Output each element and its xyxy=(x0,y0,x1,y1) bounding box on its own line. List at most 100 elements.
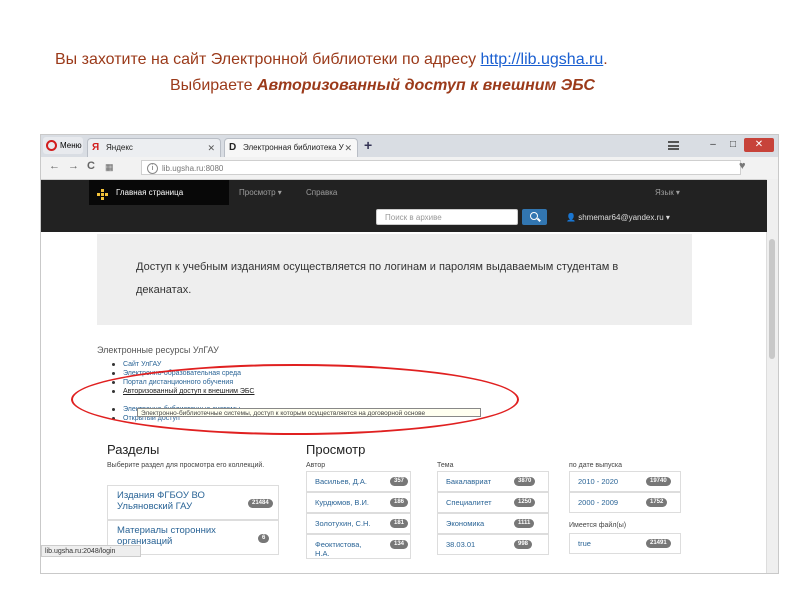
caption-line-1: Вы захотите на сайт Электронной библиоте… xyxy=(55,48,608,72)
facet-count-badge: 357 xyxy=(390,477,409,486)
yandex-favicon-icon: Я xyxy=(92,142,100,153)
facet-count-badge: 21491 xyxy=(646,539,671,548)
bookmark-heart-icon[interactable]: ♥ xyxy=(739,160,746,172)
archive-search-input[interactable]: Поиск в архиве xyxy=(376,209,518,225)
browser-screenshot: Меню Я Яндекс ✕ D Электронная библиотека У ✕… xyxy=(40,134,779,574)
search-button[interactable] xyxy=(522,209,547,225)
browse-title: Просмотр xyxy=(306,442,366,457)
tab-menu-icon[interactable] xyxy=(668,141,679,150)
user-icon: 👤 xyxy=(566,213,576,222)
facet-count-badge: 19740 xyxy=(646,477,671,486)
maximize-icon[interactable]: □ xyxy=(724,138,742,152)
site-navbar: Главная страница Просмотр ▾ Справка Язык… xyxy=(41,180,767,232)
author-facet[interactable]: Феоктистова, Н.А. 134 xyxy=(306,534,411,559)
section-item[interactable]: Издания ФГБОУ ВО Ульяновский ГАУ 21484 xyxy=(107,485,279,520)
tab-close-icon[interactable]: ✕ xyxy=(344,139,352,157)
files-header: Имеется файл(ы) xyxy=(569,522,627,529)
dspace-favicon-icon: D xyxy=(229,142,237,153)
tab-bar: Меню Я Яндекс ✕ D Электронная библиотека У ✕… xyxy=(41,135,778,157)
facet-label: Феоктистова, Н.А. xyxy=(315,540,362,558)
facet-count-badge: 181 xyxy=(390,519,409,528)
red-highlight-ellipse xyxy=(71,364,519,435)
nav-browse-label: Просмотр xyxy=(239,188,276,197)
facet-label: 2010 - 2020 xyxy=(578,477,619,486)
topic-facet[interactable]: Экономика 1111 xyxy=(437,513,549,534)
date-facet[interactable]: 2010 - 2020 19740 xyxy=(569,471,681,492)
facet-label: Экономика xyxy=(446,519,485,528)
facet-count-badge: 998 xyxy=(514,540,533,549)
library-url-link[interactable]: http://lib.ugsha.ru xyxy=(481,51,604,68)
user-menu[interactable]: 👤 shmemar64@yandex.ru ▾ xyxy=(566,213,670,222)
facet-count-badge: 1250 xyxy=(514,498,536,507)
facet-count-badge: 1752 xyxy=(646,498,668,507)
tab-close-icon[interactable]: ✕ xyxy=(207,139,215,157)
new-tab-icon[interactable]: + xyxy=(364,137,372,153)
date-facet[interactable]: 2000 - 2009 1752 xyxy=(569,492,681,513)
date-header: по дате выпуска xyxy=(569,462,622,469)
speed-dial-icon[interactable]: ▦ xyxy=(105,162,114,173)
facet-count-badge: 134 xyxy=(390,540,409,549)
back-icon[interactable]: ← xyxy=(49,160,60,172)
facet-label: true xyxy=(578,539,591,548)
facet-label: 38.03.01 xyxy=(446,540,476,549)
notice-jumbotron: Доступ к учебным изданиям осуществляется… xyxy=(97,234,692,325)
nav-help-link[interactable]: Справка xyxy=(306,188,337,197)
topic-facet[interactable]: Бакалавриат 3870 xyxy=(437,471,549,492)
reload-icon[interactable]: C xyxy=(87,160,95,172)
tab-title: Яндекс xyxy=(106,143,133,152)
caption-line-2: Выбираете Авторизованный доступ к внешни… xyxy=(170,74,595,98)
facet-count-badge: 3870 xyxy=(514,477,536,486)
caption-text: Вы захотите на сайт Электронной библиоте… xyxy=(55,51,481,68)
section-name: Материалы сторонних организаций xyxy=(117,525,216,547)
site-info-icon[interactable]: i xyxy=(147,163,158,174)
topic-header: Тема xyxy=(437,462,454,469)
sections-hint: Выберите раздел для просмотра его коллек… xyxy=(107,462,265,469)
facet-label: Васильев, Д.А. xyxy=(315,477,367,486)
facet-label: Золотухин, С.Н. xyxy=(315,519,371,528)
forward-icon[interactable]: → xyxy=(68,160,79,172)
user-email: shmemar64@yandex.ru xyxy=(578,213,664,222)
status-url: lib.ugsha.ru:2048/login xyxy=(41,545,141,557)
dspace-logo-icon[interactable] xyxy=(97,189,109,201)
url-field[interactable]: i lib.ugsha.ru:8080 xyxy=(141,160,741,175)
facet-count-badge: 1111 xyxy=(514,519,535,528)
opera-menu-button[interactable]: Меню xyxy=(43,137,83,154)
nav-browse-dropdown[interactable]: Просмотр ▾ xyxy=(239,188,282,197)
section-name: Издания ФГБОУ ВО Ульяновский ГАУ xyxy=(117,490,205,512)
tab-title: Электронная библиотека У xyxy=(243,143,344,152)
address-bar: ← → C ▦ i lib.ugsha.ru:8080 ♥ xyxy=(41,157,778,180)
caption-emphasis: Авторизованный доступ к внешним ЭБС xyxy=(256,77,595,94)
files-facet[interactable]: true 21491 xyxy=(569,533,681,554)
tab-library[interactable]: D Электронная библиотека У ✕ xyxy=(224,138,358,157)
notice-text: Доступ к учебным изданиям осуществляется… xyxy=(136,261,619,296)
author-facet[interactable]: Курдюмов, В.И. 186 xyxy=(306,492,411,513)
facet-label: Бакалавриат xyxy=(446,477,492,486)
url-text: lib.ugsha.ru:8080 xyxy=(162,164,224,173)
facet-label: 2000 - 2009 xyxy=(578,498,619,507)
sections-title: Разделы xyxy=(107,442,160,457)
nav-home-link[interactable]: Главная страница xyxy=(116,188,183,197)
minimize-icon[interactable]: – xyxy=(704,138,722,152)
author-facet[interactable]: Васильев, Д.А. 357 xyxy=(306,471,411,492)
opera-logo-icon xyxy=(46,140,57,152)
facet-count-badge: 186 xyxy=(390,498,409,507)
section-count-badge: 6 xyxy=(258,534,270,543)
scrollbar-thumb[interactable] xyxy=(769,239,775,359)
topic-facet[interactable]: Специалитет 1250 xyxy=(437,492,549,513)
search-icon xyxy=(530,212,538,220)
author-facet[interactable]: Золотухин, С.Н. 181 xyxy=(306,513,411,534)
facet-label: Специалитет xyxy=(446,498,492,507)
tab-yandex[interactable]: Я Яндекс ✕ xyxy=(87,138,221,157)
resources-title: Электронные ресурсы УлГАУ xyxy=(97,345,219,355)
menu-label: Меню xyxy=(60,141,82,150)
language-dropdown[interactable]: Язык ▾ xyxy=(655,188,680,197)
caption-text-2: Выбираете xyxy=(170,77,257,94)
close-window-icon[interactable]: ✕ xyxy=(744,138,774,152)
topic-facet[interactable]: 38.03.01 998 xyxy=(437,534,549,555)
author-header: Автор xyxy=(306,462,326,469)
page-scrollbar[interactable] xyxy=(766,179,778,573)
language-label: Язык xyxy=(655,188,674,197)
section-count-badge: 21484 xyxy=(248,499,273,508)
facet-label: Курдюмов, В.И. xyxy=(315,498,369,507)
caption-period: . xyxy=(603,51,608,68)
